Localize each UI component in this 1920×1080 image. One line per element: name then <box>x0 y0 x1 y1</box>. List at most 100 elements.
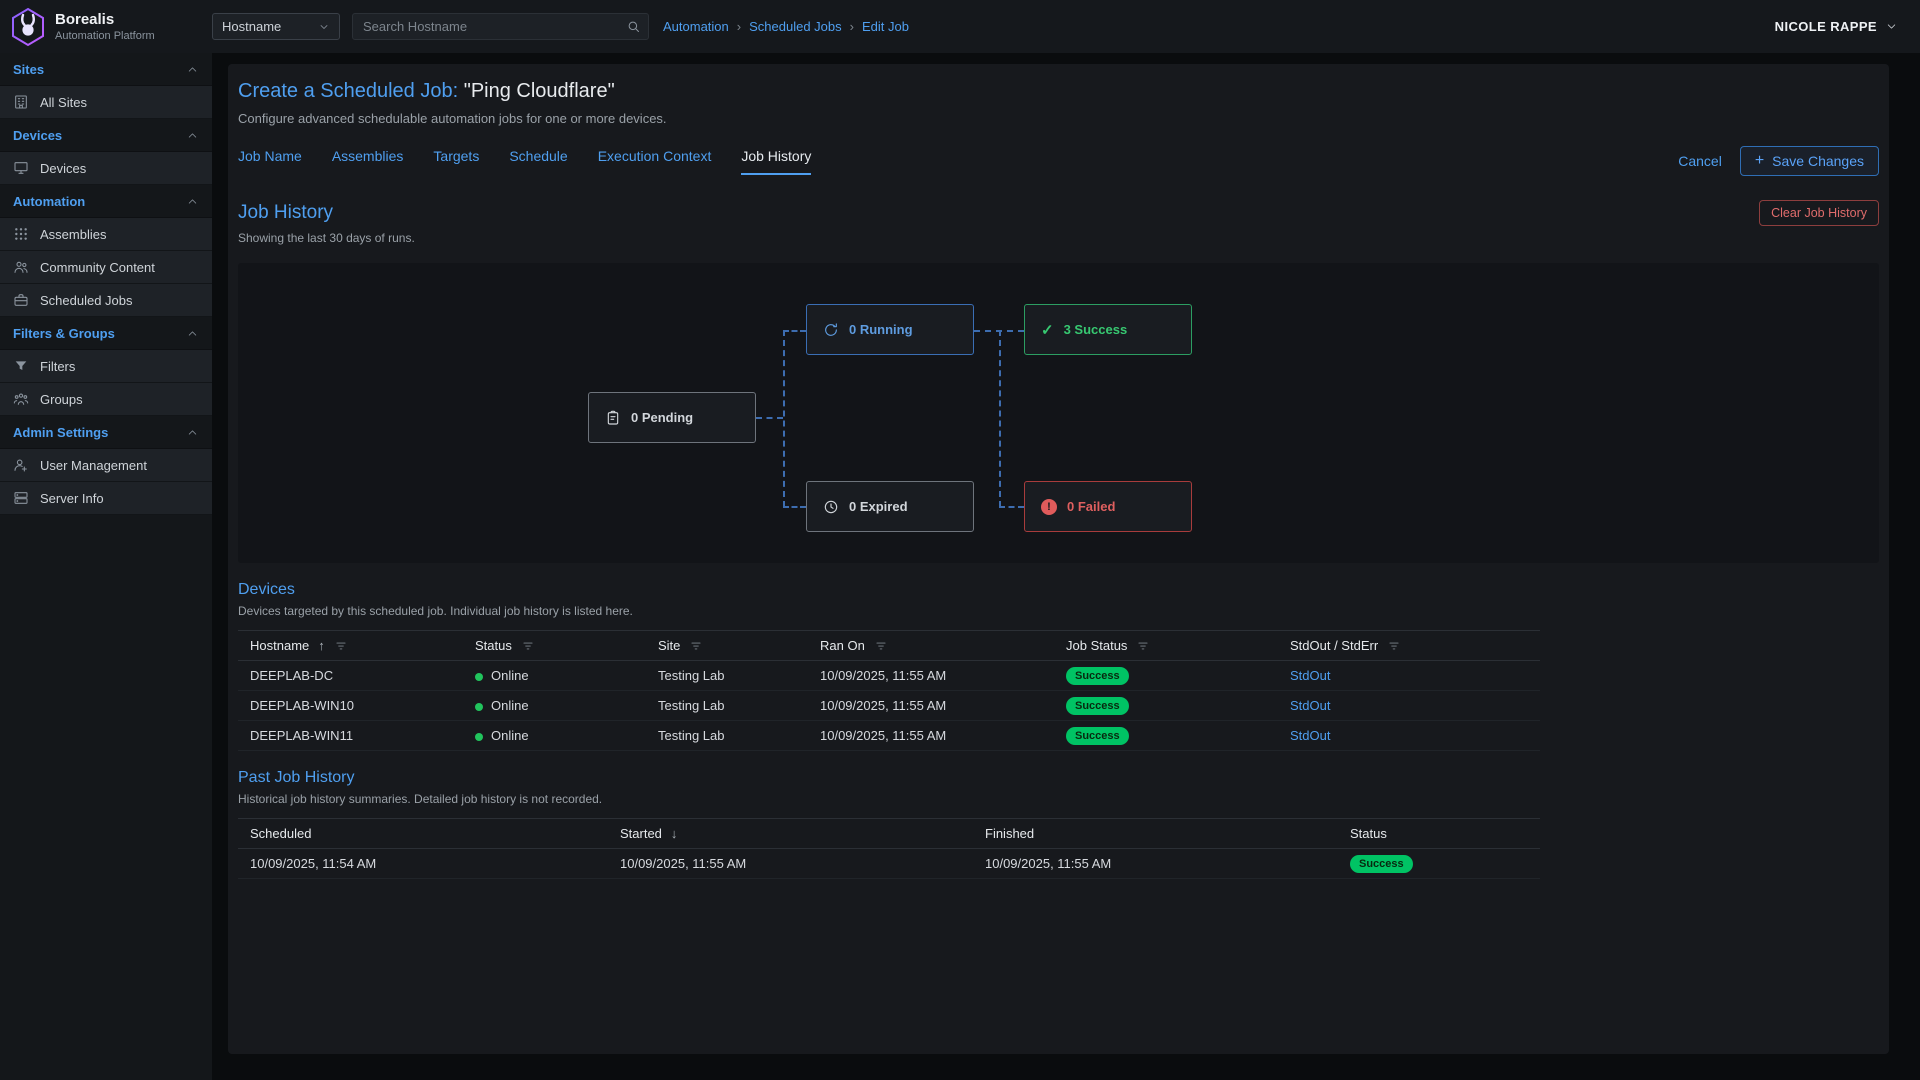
page-title-job-name: "Ping Cloudflare" <box>464 80 615 102</box>
col-job-status[interactable]: Job Status <box>1054 631 1278 661</box>
tab-schedule[interactable]: Schedule <box>509 148 567 175</box>
sidebar-item-devices[interactable]: Devices <box>0 152 212 185</box>
stdout-link[interactable]: StdOut <box>1290 668 1330 683</box>
cell-stdout: StdOut <box>1278 691 1540 721</box>
server-icon <box>13 490 29 506</box>
sidebar-section-automation[interactable]: Automation <box>0 185 212 218</box>
page-subtitle: Configure advanced schedulable automatio… <box>238 111 1879 126</box>
tab-job-name[interactable]: Job Name <box>238 148 302 175</box>
breadcrumb-scheduled-jobs[interactable]: Scheduled Jobs <box>749 19 842 34</box>
col-hostname[interactable]: Hostname↑ <box>238 631 463 661</box>
cell-ran-on: 10/09/2025, 11:55 AM <box>808 721 1054 751</box>
clear-job-history-button[interactable]: Clear Job History <box>1759 200 1879 226</box>
page-title-prefix: Create a Scheduled Job: <box>238 80 458 102</box>
filter-menu-icon[interactable] <box>334 639 348 653</box>
breadcrumb-edit-job[interactable]: Edit Job <box>862 19 909 34</box>
stdout-link[interactable]: StdOut <box>1290 728 1330 743</box>
breadcrumb-separator: › <box>850 19 854 34</box>
col-ran-on[interactable]: Ran On <box>808 631 1054 661</box>
cell-job-status: Success <box>1054 691 1278 721</box>
cell-job-status: Success <box>1054 661 1278 691</box>
col-status[interactable]: Status <box>463 631 646 661</box>
chevron-down-icon <box>1885 20 1898 33</box>
cell-status: Online <box>463 691 646 721</box>
stdout-link[interactable]: StdOut <box>1290 698 1330 713</box>
filter-menu-icon[interactable] <box>874 639 888 653</box>
item-label: Assemblies <box>40 227 106 242</box>
col-stdout[interactable]: StdOut / StdErr <box>1278 631 1540 661</box>
filter-icon <box>13 358 29 374</box>
chevron-up-icon <box>186 426 199 439</box>
devices-table: Hostname↑ Status Site Ran On Job Status … <box>238 630 1540 751</box>
job-flow-diagram: 0 Pending 0 Running ✓ 3 Success 0 Expire… <box>238 263 1879 563</box>
running-node: 0 Running <box>806 304 974 355</box>
filter-menu-icon[interactable] <box>1387 639 1401 653</box>
past-history-row: 10/09/2025, 11:54 AM 10/09/2025, 11:55 A… <box>238 849 1540 879</box>
online-dot-icon <box>475 673 483 681</box>
online-dot-icon <box>475 733 483 741</box>
group-icon <box>13 391 29 407</box>
status-badge: Success <box>1066 667 1129 685</box>
item-label: All Sites <box>40 95 87 110</box>
tab-execution-context[interactable]: Execution Context <box>598 148 712 175</box>
online-dot-icon <box>475 703 483 711</box>
sidebar-section-sites[interactable]: Sites <box>0 53 212 86</box>
cell-ran-on: 10/09/2025, 11:55 AM <box>808 661 1054 691</box>
col-scheduled[interactable]: Scheduled <box>238 819 608 849</box>
item-label: Community Content <box>40 260 155 275</box>
sidebar: Sites All Sites Devices Devices Automati… <box>0 53 212 1080</box>
tab-job-history[interactable]: Job History <box>741 148 811 175</box>
refresh-icon <box>823 322 839 338</box>
sidebar-section-admin-settings[interactable]: Admin Settings <box>0 416 212 449</box>
cell-scheduled: 10/09/2025, 11:54 AM <box>238 849 608 879</box>
col-started[interactable]: Started↓ <box>608 819 973 849</box>
cell-status: Online <box>463 661 646 691</box>
past-job-history-subheading: Historical job history summaries. Detail… <box>238 792 1879 806</box>
clipboard-icon <box>605 410 621 426</box>
sidebar-item-assemblies[interactable]: Assemblies <box>0 218 212 251</box>
sidebar-item-server-info[interactable]: Server Info <box>0 482 212 515</box>
breadcrumb-automation[interactable]: Automation <box>663 19 729 34</box>
job-history-heading: Job History <box>238 202 333 224</box>
search-input[interactable] <box>352 13 649 40</box>
cell-stdout: StdOut <box>1278 661 1540 691</box>
tab-targets[interactable]: Targets <box>433 148 479 175</box>
devices-table-header: Hostname↑ Status Site Ran On Job Status … <box>238 631 1540 661</box>
connector <box>783 330 806 332</box>
tab-assemblies[interactable]: Assemblies <box>332 148 404 175</box>
cancel-button[interactable]: Cancel <box>1678 153 1722 169</box>
failed-node: ! 0 Failed <box>1024 481 1192 532</box>
edit-job-card: Create a Scheduled Job: "Ping Cloudflare… <box>228 64 1889 1054</box>
col-status[interactable]: Status <box>1338 819 1540 849</box>
cell-site: Testing Lab <box>646 691 808 721</box>
page-title: Create a Scheduled Job: "Ping Cloudflare… <box>238 80 1879 103</box>
sidebar-section-devices[interactable]: Devices <box>0 119 212 152</box>
sidebar-item-community-content[interactable]: Community Content <box>0 251 212 284</box>
sidebar-item-groups[interactable]: Groups <box>0 383 212 416</box>
breadcrumb: Automation › Scheduled Jobs › Edit Job <box>663 19 909 34</box>
connector <box>999 330 1001 507</box>
col-site[interactable]: Site <box>646 631 808 661</box>
monitor-icon <box>13 160 29 176</box>
tab-bar: Job Name Assemblies Targets Schedule Exe… <box>238 146 1879 176</box>
sidebar-item-filters[interactable]: Filters <box>0 350 212 383</box>
hostname-select[interactable]: Hostname <box>212 13 340 40</box>
filter-menu-icon[interactable] <box>1136 639 1150 653</box>
sidebar-section-filters-groups[interactable]: Filters & Groups <box>0 317 212 350</box>
status-badge: Success <box>1066 727 1129 745</box>
grid-icon <box>13 226 29 242</box>
filter-menu-icon[interactable] <box>521 639 535 653</box>
clock-icon <box>823 499 839 515</box>
col-finished[interactable]: Finished <box>973 819 1338 849</box>
user-menu[interactable]: NICOLE RAPPE <box>1775 19 1898 34</box>
save-changes-button[interactable]: + Save Changes <box>1740 146 1879 176</box>
breadcrumb-separator: › <box>737 19 741 34</box>
chevron-up-icon <box>186 129 199 142</box>
item-label: Filters <box>40 359 75 374</box>
sidebar-item-scheduled-jobs[interactable]: Scheduled Jobs <box>0 284 212 317</box>
past-job-history-table: Scheduled Started↓ Finished Status 10/09… <box>238 818 1540 879</box>
device-row: DEEPLAB-WIN10 Online Testing Lab 10/09/2… <box>238 691 1540 721</box>
filter-menu-icon[interactable] <box>689 639 703 653</box>
sidebar-item-user-management[interactable]: User Management <box>0 449 212 482</box>
sidebar-item-all-sites[interactable]: All Sites <box>0 86 212 119</box>
